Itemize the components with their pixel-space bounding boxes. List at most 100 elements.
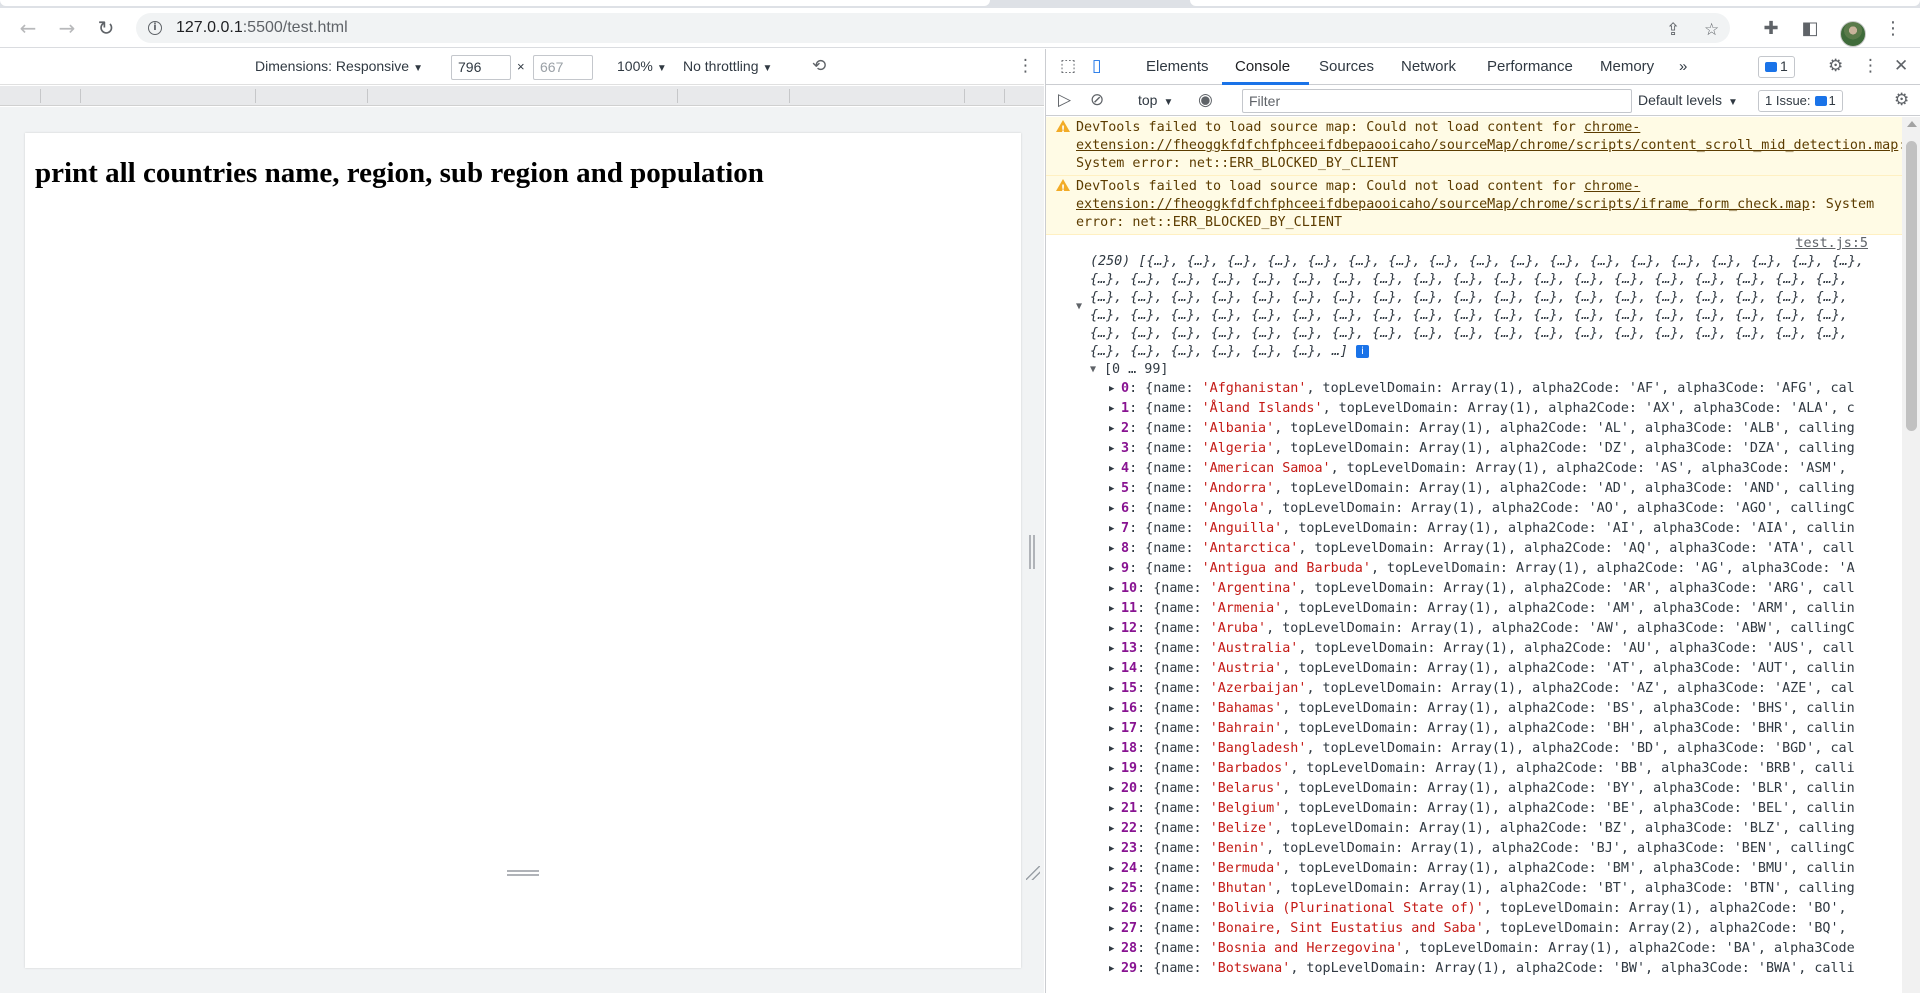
scrollbar-thumb[interactable]: [1906, 141, 1917, 431]
list-item[interactable]: ▶ 22: {name: 'Belize', topLevelDomain: Ar…: [1046, 819, 1871, 839]
media-query-bar[interactable]: [0, 86, 1044, 106]
list-item[interactable]: ▶ 26: {name: 'Bolivia (Plurinational Stat…: [1046, 899, 1871, 919]
device-menu-icon[interactable]: ⋮: [1017, 56, 1034, 76]
list-item[interactable]: ▶ 15: {name: 'Azerbaijan', topLevelDomain…: [1046, 679, 1871, 699]
list-item[interactable]: ▶ 14: {name: 'Austria', topLevelDomain: A…: [1046, 659, 1871, 679]
list-item[interactable]: ▶ 18: {name: 'Bangladesh', topLevelDomain…: [1046, 739, 1871, 759]
back-icon[interactable]: ←: [14, 14, 42, 42]
list-item[interactable]: ▶ 29: {name: 'Botswana', topLevelDomain: …: [1046, 959, 1871, 979]
source-link[interactable]: test.js:5: [1046, 235, 1902, 253]
expanded-triangle-icon[interactable]: ▼: [1090, 361, 1096, 379]
list-item[interactable]: ▶ 1: {name: 'Åland Islands', topLevelDoma…: [1046, 399, 1871, 419]
list-item[interactable]: ▶ 25: {name: 'Bhutan', topLevelDomain: Ar…: [1046, 879, 1871, 899]
list-item[interactable]: ▶ 23: {name: 'Benin', topLevelDomain: Arr…: [1046, 839, 1871, 859]
kebab-menu-icon[interactable]: ⋮: [1879, 14, 1907, 42]
tab-performance[interactable]: Performance: [1487, 58, 1573, 75]
collapsed-triangle-icon[interactable]: ▶: [1109, 679, 1114, 699]
collapsed-triangle-icon[interactable]: ▶: [1109, 699, 1114, 719]
avatar[interactable]: [1840, 21, 1866, 47]
resize-handle-right[interactable]: [1029, 535, 1035, 569]
list-item[interactable]: ▶ 28: {name: 'Bosnia and Herzegovina', to…: [1046, 939, 1871, 959]
list-item[interactable]: ▶ 6: {name: 'Angola', topLevelDomain: Arr…: [1046, 499, 1871, 519]
collapsed-triangle-icon[interactable]: ▶: [1109, 599, 1114, 619]
log-levels-dropdown[interactable]: Default levels ▼: [1638, 92, 1738, 108]
star-icon[interactable]: ☆: [1704, 20, 1719, 40]
list-item[interactable]: ▶ 11: {name: 'Armenia', topLevelDomain: A…: [1046, 599, 1871, 619]
width-input[interactable]: 796: [451, 55, 511, 80]
collapsed-triangle-icon[interactable]: ▶: [1109, 459, 1114, 479]
list-item[interactable]: ▶ 4: {name: 'American Samoa', topLevelDom…: [1046, 459, 1871, 479]
forward-icon[interactable]: →: [53, 14, 81, 42]
throttling-dropdown[interactable]: No throttling ▼: [683, 58, 772, 74]
issues-badge[interactable]: 1: [1758, 56, 1795, 78]
context-selector[interactable]: top ▼: [1138, 92, 1173, 108]
collapsed-triangle-icon[interactable]: ▶: [1109, 399, 1114, 419]
rotate-icon[interactable]: ⟲: [812, 56, 826, 76]
eye-icon[interactable]: ◉: [1198, 90, 1213, 110]
list-item[interactable]: ▶ 13: {name: 'Australia', topLevelDomain:…: [1046, 639, 1871, 659]
collapsed-triangle-icon[interactable]: ▶: [1109, 859, 1114, 879]
list-item[interactable]: ▶ 12: {name: 'Aruba', topLevelDomain: Arr…: [1046, 619, 1871, 639]
list-item[interactable]: ▶ 21: {name: 'Belgium', topLevelDomain: A…: [1046, 799, 1871, 819]
close-icon[interactable]: ✕: [1894, 56, 1908, 76]
collapsed-triangle-icon[interactable]: ▶: [1109, 659, 1114, 679]
console-output[interactable]: DevTools failed to load source map: Coul…: [1046, 117, 1902, 993]
tab-console[interactable]: Console: [1235, 58, 1290, 75]
info-icon[interactable]: i: [148, 21, 162, 35]
list-item[interactable]: ▶ 27: {name: 'Bonaire, Sint Eustatius and…: [1046, 919, 1871, 939]
array-summary[interactable]: ▼ (250) [{…}, {…}, {…}, {…}, {…}, {…}, {…: [1046, 253, 1902, 361]
extensions-icon[interactable]: ✚: [1757, 14, 1785, 42]
url-text[interactable]: 127.0.0.1:5500/test.html: [176, 19, 348, 37]
collapsed-triangle-icon[interactable]: ▶: [1109, 879, 1114, 899]
list-item[interactable]: ▶ 20: {name: 'Belarus', topLevelDomain: A…: [1046, 779, 1871, 799]
list-item[interactable]: ▶ 19: {name: 'Barbados', topLevelDomain: …: [1046, 759, 1871, 779]
scroll-up-icon[interactable]: [1907, 121, 1917, 127]
collapsed-triangle-icon[interactable]: ▶: [1109, 839, 1114, 859]
console-settings-gear-icon[interactable]: ⚙: [1894, 90, 1909, 110]
expanded-triangle-icon[interactable]: ▼: [1076, 298, 1082, 316]
list-item[interactable]: ▶ 8: {name: 'Antarctica', topLevelDomain:…: [1046, 539, 1871, 559]
list-item[interactable]: ▶ 17: {name: 'Bahrain', topLevelDomain: A…: [1046, 719, 1871, 739]
collapsed-triangle-icon[interactable]: ▶: [1109, 819, 1114, 839]
resize-handle-corner[interactable]: [1026, 866, 1040, 880]
more-tabs-icon[interactable]: »: [1679, 58, 1687, 75]
list-item[interactable]: ▶ 9: {name: 'Antigua and Barbuda', topLev…: [1046, 559, 1871, 579]
list-item[interactable]: ▶ 5: {name: 'Andorra', topLevelDomain: Ar…: [1046, 479, 1871, 499]
collapsed-triangle-icon[interactable]: ▶: [1109, 559, 1114, 579]
collapsed-triangle-icon[interactable]: ▶: [1109, 899, 1114, 919]
console-scrollbar[interactable]: [1902, 117, 1920, 993]
collapsed-triangle-icon[interactable]: ▶: [1109, 919, 1114, 939]
collapsed-triangle-icon[interactable]: ▶: [1109, 519, 1114, 539]
list-item[interactable]: ▶ 10: {name: 'Argentina', topLevelDomain:…: [1046, 579, 1871, 599]
reload-icon[interactable]: ↻: [92, 14, 120, 42]
array-group[interactable]: ▼ [0 … 99]: [1046, 361, 1902, 379]
list-item[interactable]: ▶ 24: {name: 'Bermuda', topLevelDomain: A…: [1046, 859, 1871, 879]
share-icon[interactable]: ⇪: [1666, 20, 1680, 40]
side-panel-icon[interactable]: ◧: [1796, 14, 1824, 42]
tab-sources[interactable]: Sources: [1319, 58, 1374, 75]
collapsed-triangle-icon[interactable]: ▶: [1109, 739, 1114, 759]
collapsed-triangle-icon[interactable]: ▶: [1109, 759, 1114, 779]
collapsed-triangle-icon[interactable]: ▶: [1109, 639, 1114, 659]
collapsed-triangle-icon[interactable]: ▶: [1109, 479, 1114, 499]
collapsed-triangle-icon[interactable]: ▶: [1109, 539, 1114, 559]
inspect-element-icon[interactable]: ⬚: [1060, 56, 1076, 76]
height-input[interactable]: 667: [533, 55, 593, 80]
tab-network[interactable]: Network: [1401, 58, 1456, 75]
clear-console-icon[interactable]: ⊘: [1090, 90, 1104, 110]
tab-memory[interactable]: Memory: [1600, 58, 1654, 75]
list-item[interactable]: ▶ 2: {name: 'Albania', topLevelDomain: Ar…: [1046, 419, 1871, 439]
collapsed-triangle-icon[interactable]: ▶: [1109, 419, 1114, 439]
collapsed-triangle-icon[interactable]: ▶: [1109, 439, 1114, 459]
collapsed-triangle-icon[interactable]: ▶: [1109, 959, 1114, 979]
settings-gear-icon[interactable]: ⚙: [1828, 56, 1843, 76]
list-item[interactable]: ▶ 7: {name: 'Anguilla', topLevelDomain: A…: [1046, 519, 1871, 539]
collapsed-triangle-icon[interactable]: ▶: [1109, 579, 1114, 599]
list-item[interactable]: ▶ 16: {name: 'Bahamas', topLevelDomain: A…: [1046, 699, 1871, 719]
zoom-dropdown[interactable]: 100% ▼: [617, 58, 667, 74]
filter-input[interactable]: Filter: [1242, 89, 1632, 113]
collapsed-triangle-icon[interactable]: ▶: [1109, 619, 1114, 639]
sidebar-toggle-icon[interactable]: ▷: [1058, 90, 1071, 110]
device-toggle-icon[interactable]: ▯: [1092, 56, 1101, 76]
list-item[interactable]: ▶ 0: {name: 'Afghanistan', topLevelDomain…: [1046, 379, 1871, 399]
